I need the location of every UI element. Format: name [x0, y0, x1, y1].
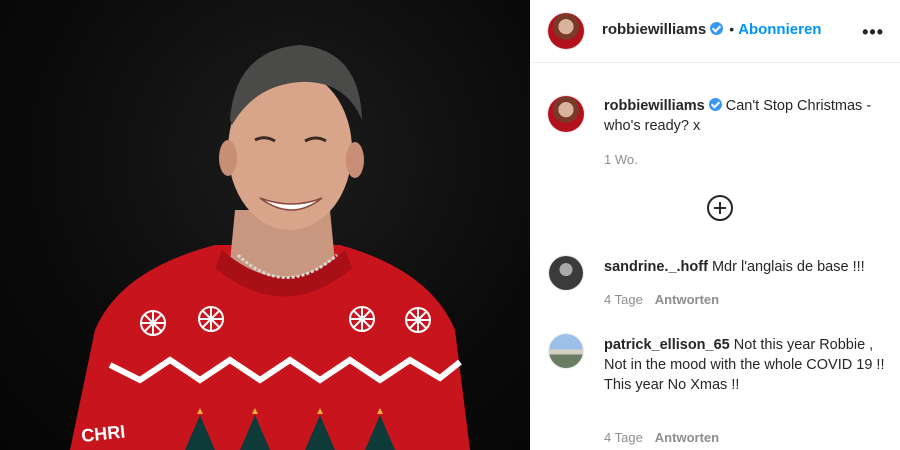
caption-author-username[interactable]: robbiewilliams: [604, 98, 705, 114]
comment-username[interactable]: sandrine._.hoff: [604, 259, 708, 275]
post-header: robbiewilliams • Abonnieren •••: [530, 0, 900, 63]
comment-avatar[interactable]: [549, 256, 583, 290]
caption-author-avatar[interactable]: [548, 96, 584, 132]
reply-button[interactable]: Antworten: [655, 430, 719, 445]
comment-username[interactable]: patrick_ellison_65: [604, 337, 730, 353]
comment-avatar[interactable]: [549, 334, 583, 368]
verified-badge-icon: [710, 22, 724, 35]
instagram-post-view: CHRI robbiewilliams • Abonnieren ••• robbi…: [0, 0, 900, 450]
photo-illustration: CHRI: [70, 45, 470, 450]
caption: robbiewilliams Can't Stop Christmas - wh…: [604, 96, 889, 136]
header-user-row: robbiewilliams • Abonnieren: [602, 21, 821, 39]
comment-text: Mdr l'anglais de base !!!: [711, 259, 865, 275]
comment-item: patrick_ellison_65 Not this year Robbie …: [604, 335, 889, 395]
more-options-icon[interactable]: •••: [862, 22, 884, 43]
dot-separator: •: [729, 21, 735, 37]
comment-time[interactable]: 4 Tage: [604, 292, 643, 307]
plus-circle-icon[interactable]: [707, 195, 733, 221]
reply-button[interactable]: Antworten: [655, 292, 719, 307]
caption-timestamp[interactable]: 1 Wo.: [604, 152, 638, 167]
post-side-panel: robbiewilliams • Abonnieren ••• robbiewill…: [530, 0, 900, 450]
comment-meta: 4 Tage Antworten: [604, 430, 719, 445]
comment-item: sandrine._.hoff Mdr l'anglais de base !!…: [604, 257, 889, 277]
author-avatar[interactable]: [548, 13, 584, 49]
comment-time[interactable]: 4 Tage: [604, 430, 643, 445]
post-photo[interactable]: CHRI: [0, 0, 530, 450]
comment-meta: 4 Tage Antworten: [604, 292, 719, 307]
verified-badge-icon: [708, 98, 722, 111]
follow-button[interactable]: Abonnieren: [738, 21, 821, 38]
author-username[interactable]: robbiewilliams: [602, 21, 706, 38]
